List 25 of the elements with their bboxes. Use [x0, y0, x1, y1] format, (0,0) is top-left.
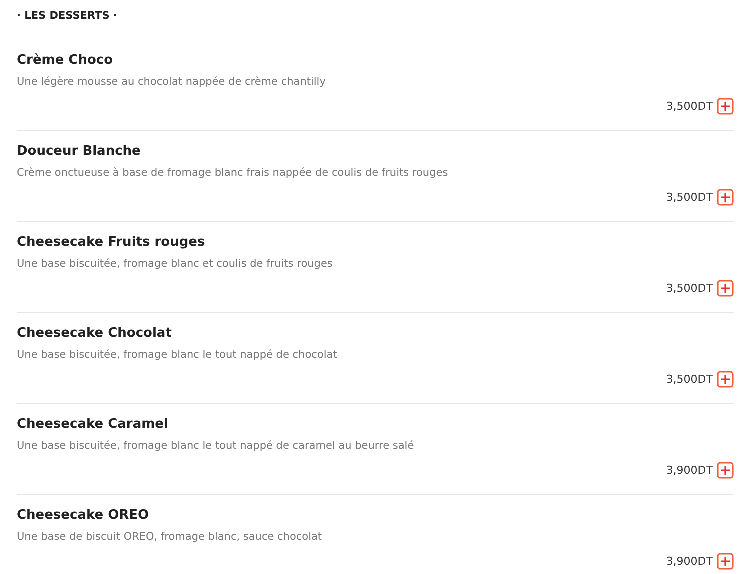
dish-description: Une base biscuitée, fromage blanc le tout nappé de caramel au beurre salé — [17, 439, 416, 454]
dish-description: Une base de biscuit OREO, fromage blanc, sauce chocolat — [17, 530, 324, 545]
dish-name: Cheesecake Caramel — [17, 416, 170, 434]
price: 3,500DT — [666, 191, 713, 204]
price: 3,900DT — [666, 464, 713, 477]
price: 3,500DT — [666, 282, 713, 295]
price: 3,500DT — [666, 100, 713, 113]
dish-description: Crème onctueuse à base de fromage blanc frais nappée de coulis de fruits rouges — [17, 166, 450, 181]
add-icon[interactable] — [717, 553, 734, 570]
add-icon[interactable] — [717, 462, 734, 479]
add-icon[interactable] — [717, 189, 734, 206]
dish-name: Douceur Blanche — [17, 143, 142, 161]
dish-name: Cheesecake Fruits rouges — [17, 234, 206, 252]
section-title: · LES DESSERTS · — [17, 9, 118, 24]
add-icon[interactable] — [717, 98, 734, 115]
dish-description: Une légère mousse au chocolat nappée de crème chantilly — [17, 75, 327, 90]
price: 3,500DT — [666, 373, 713, 386]
dish-description: Une base biscuitée, fromage blanc et coulis de fruits rouges — [17, 257, 334, 272]
dish-name: Crème Choco — [17, 52, 114, 70]
dish-name: Cheesecake Chocolat — [17, 325, 173, 343]
price: 3,900DT — [666, 555, 713, 568]
dish-name: Cheesecake OREO — [17, 507, 150, 525]
add-icon[interactable] — [717, 280, 734, 297]
add-icon[interactable] — [717, 371, 734, 388]
dish-description: Une base biscuitée, fromage blanc le tout nappé de chocolat — [17, 348, 338, 363]
